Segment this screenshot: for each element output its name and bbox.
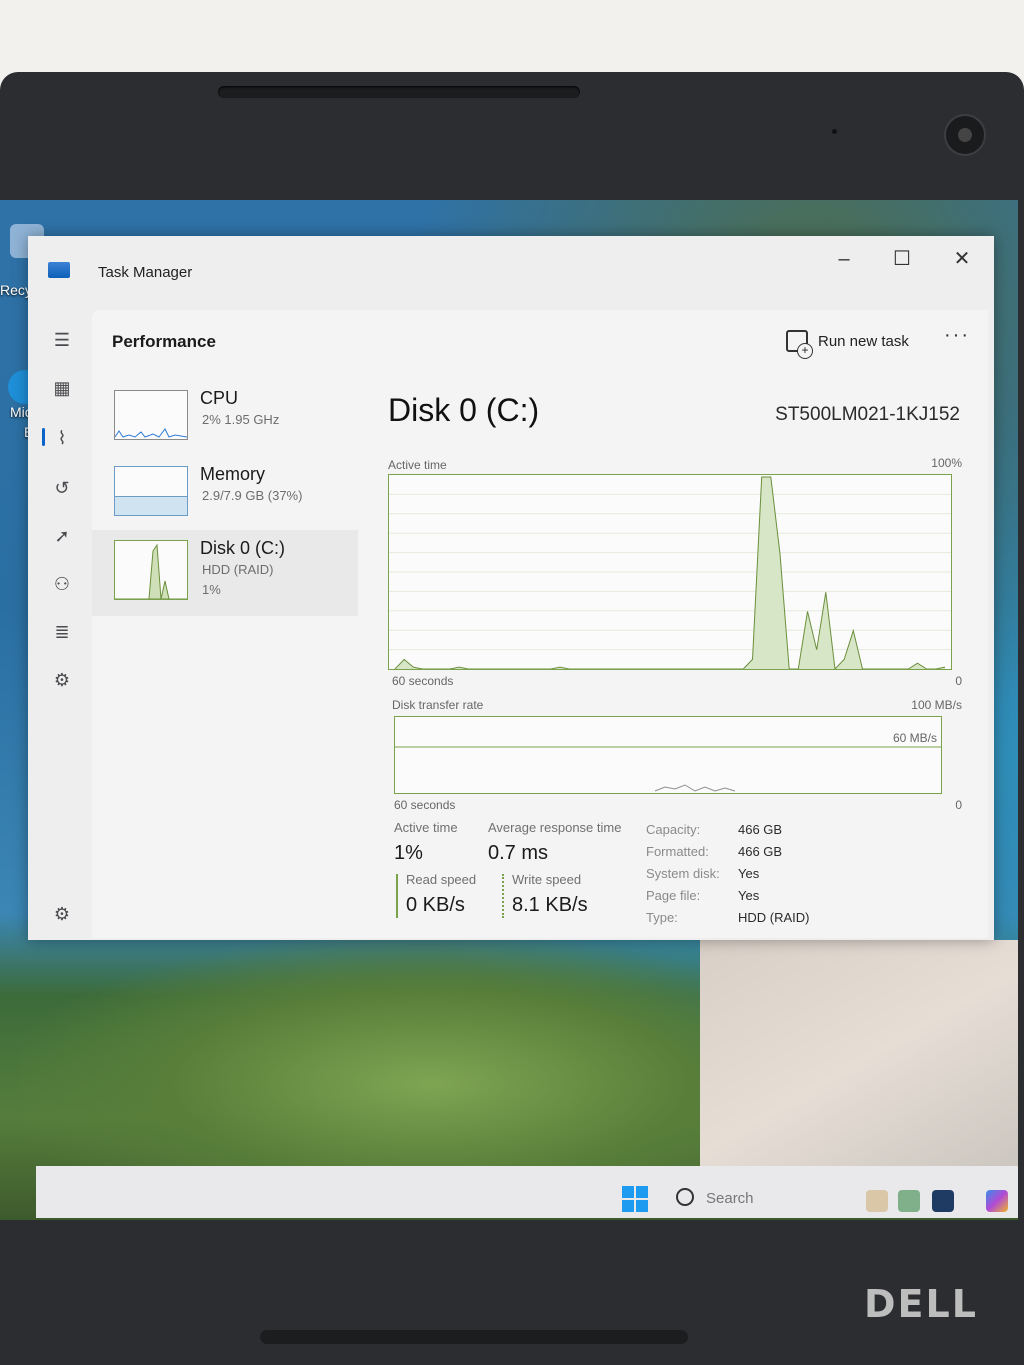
- taskbar-app-icon[interactable]: [898, 1190, 920, 1212]
- close-button[interactable]: ✕: [942, 244, 982, 274]
- more-options-icon[interactable]: ···: [944, 324, 970, 347]
- device-sub2: 1%: [202, 582, 221, 597]
- stat-avg-response-label: Average response time: [488, 820, 622, 835]
- active-time-series-line: [394, 476, 946, 669]
- performance-icon[interactable]: ⌇: [50, 426, 74, 450]
- nav-active-indicator: [42, 428, 45, 446]
- device-item-memory[interactable]: Memory 2.9/7.9 GB (37%): [92, 456, 358, 530]
- transfer-graph-mid: 60 MB/s: [892, 731, 937, 745]
- taskbar-app-icon[interactable]: [866, 1190, 888, 1212]
- device-name: CPU: [200, 388, 239, 408]
- webcam: [944, 114, 986, 156]
- search-icon[interactable]: [676, 1188, 694, 1206]
- run-new-task-label: Run new task: [818, 332, 909, 350]
- transfer-graph-label: Disk transfer rate: [392, 698, 484, 712]
- memory-fill: [115, 496, 187, 515]
- startup-apps-icon[interactable]: ➚: [50, 524, 74, 548]
- active-time-graph-svg: [389, 476, 951, 669]
- transfer-graph-svg: [395, 746, 941, 792]
- settings-icon[interactable]: ⚙: [50, 902, 74, 926]
- prop-page-file-value: Yes: [738, 888, 760, 903]
- active-time-graph: [388, 474, 952, 670]
- task-manager-window: Task Manager – ☐ ✕ ☰ ▦ ⌇ ↺ ➚ ⚇ ≣ ⚙ ⚙ Per…: [28, 236, 994, 940]
- transfer-x-min: 0: [955, 798, 962, 812]
- title-bar[interactable]: Task Manager – ☐ ✕: [28, 236, 994, 306]
- wallpaper-beach: [700, 940, 1018, 1180]
- maximize-button[interactable]: ☐: [882, 244, 922, 274]
- read-speed-marker: [396, 874, 398, 918]
- nav-rail: ☰ ▦ ⌇ ↺ ➚ ⚇ ≣ ⚙ ⚙: [28, 306, 90, 940]
- disk-title: Disk 0 (C:): [388, 392, 540, 428]
- stat-read-speed-label: Read speed: [406, 872, 477, 887]
- transfer-graph: 60 MB/s: [394, 716, 942, 794]
- stat-active-time-value: 1%: [394, 842, 423, 864]
- microsoft-365-icon[interactable]: [986, 1190, 1008, 1212]
- active-time-graph-max: 100%: [931, 456, 962, 470]
- prop-page-file-key: Page file:: [646, 888, 701, 903]
- taskbar-search[interactable]: Search: [706, 1190, 754, 1207]
- device-item-cpu[interactable]: CPU 2% 1.95 GHz: [92, 380, 358, 454]
- window-title: Task Manager: [98, 264, 193, 281]
- device-sub: HDD (RAID): [202, 562, 274, 577]
- transfer-x-label: 60 seconds: [394, 798, 456, 812]
- processes-icon[interactable]: ▦: [50, 376, 74, 400]
- disk-detail-panel: Disk 0 (C:) ST500LM021-1KJ152 Active tim…: [380, 370, 976, 930]
- device-sub: 2.9/7.9 GB (37%): [202, 488, 303, 503]
- prop-formatted-key: Formatted:: [646, 844, 709, 859]
- prop-system-disk-value: Yes: [738, 866, 760, 881]
- stat-write-speed-label: Write speed: [512, 872, 582, 887]
- prop-capacity-value: 466 GB: [738, 822, 783, 837]
- hamburger-menu-icon[interactable]: ☰: [50, 328, 74, 352]
- active-time-x-label: 60 seconds: [392, 674, 454, 688]
- disk-thumbnail-graph: [115, 543, 187, 600]
- write-speed-marker: [502, 874, 504, 918]
- prop-type-value: HDD (RAID): [738, 910, 810, 925]
- stat-read-speed-value: 0 KB/s: [406, 894, 465, 916]
- device-name: Disk 0 (C:): [200, 538, 285, 558]
- prop-type-key: Type:: [646, 910, 678, 925]
- bezel-slot: [218, 86, 580, 98]
- stat-active-time-label: Active time: [394, 820, 458, 835]
- cpu-thumbnail: [114, 390, 188, 440]
- stat-avg-response-value: 0.7 ms: [488, 842, 549, 864]
- performance-page: Performance Run new task ··· CPU 2% 1.95…: [92, 310, 988, 938]
- page-title: Performance: [112, 332, 216, 351]
- details-icon[interactable]: ≣: [50, 620, 74, 644]
- cpu-thumbnail-graph: [114, 428, 188, 438]
- services-icon[interactable]: ⚙: [50, 668, 74, 692]
- active-time-area: [395, 477, 945, 669]
- task-manager-logo-icon: [48, 262, 70, 278]
- users-icon[interactable]: ⚇: [50, 572, 74, 596]
- stat-write-speed-value: 8.1 KB/s: [512, 894, 588, 916]
- taskbar: Search: [36, 1166, 1018, 1218]
- disk-model: ST500LM021-1KJ152: [775, 404, 960, 425]
- start-button-icon[interactable]: [622, 1186, 648, 1212]
- prop-system-disk-key: System disk:: [646, 866, 720, 881]
- active-time-x-min: 0: [955, 674, 962, 688]
- device-sub: 2% 1.95 GHz: [202, 412, 280, 427]
- microphone-dot: [832, 129, 837, 134]
- run-new-task-button[interactable]: Run new task: [786, 326, 909, 359]
- dell-logo: DELL: [864, 1282, 978, 1326]
- bezel-bottom-slot: [260, 1330, 688, 1344]
- app-history-icon[interactable]: ↺: [50, 476, 74, 500]
- memory-thumbnail: [114, 466, 188, 516]
- run-task-icon: [786, 330, 813, 359]
- minimize-button[interactable]: –: [824, 244, 864, 274]
- active-time-graph-label: Active time: [388, 458, 447, 472]
- disk-thumbnail: [114, 540, 188, 600]
- transfer-graph-max: 100 MB/s: [911, 698, 962, 712]
- taskbar-app-icon[interactable]: [932, 1190, 954, 1212]
- device-name: Memory: [200, 464, 266, 484]
- device-item-disk0[interactable]: Disk 0 (C:) HDD (RAID) 1%: [92, 530, 358, 616]
- prop-formatted-value: 466 GB: [738, 844, 783, 859]
- prop-capacity-key: Capacity:: [646, 822, 701, 837]
